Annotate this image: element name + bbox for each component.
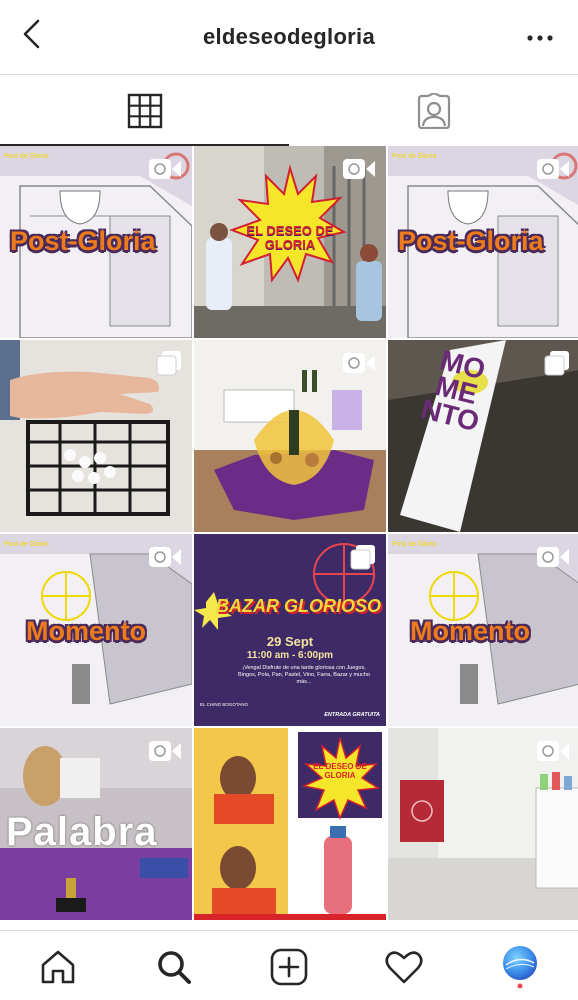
- profile-avatar: [503, 946, 537, 989]
- post-title-text: Momento: [26, 616, 146, 646]
- post-title-text: Palabra: [6, 810, 158, 854]
- grid-icon: [127, 93, 162, 129]
- carousel-icon: [350, 545, 375, 570]
- profile-tabs: [0, 76, 578, 146]
- video-icon: [537, 159, 569, 179]
- post-tile[interactable]: BAZAR GLORIOSO 29 Sept 11:00 am - 6:00pm…: [194, 534, 386, 726]
- nav-search-button[interactable]: [152, 945, 196, 989]
- post-title-text: Momento: [410, 616, 530, 646]
- carousel-icon: [544, 351, 569, 376]
- poster-description: ¡Vengal Disfrute de una tarde gloriosa c…: [238, 665, 370, 685]
- poster-entry: ENTRADA GRATUITA: [324, 712, 380, 718]
- video-icon: [537, 741, 569, 761]
- post-title-text: Post-Gloria: [398, 226, 544, 256]
- home-icon: [41, 950, 75, 984]
- post-tile[interactable]: [194, 340, 386, 532]
- more-options-button[interactable]: [526, 26, 554, 50]
- svg-text:Post de Gloria: Post de Gloria: [4, 541, 48, 548]
- top-header: eldeseodegloria: [0, 0, 578, 75]
- svg-text:Post de Gloria: Post de Gloria: [4, 153, 48, 160]
- heart-icon: [385, 951, 423, 984]
- video-icon: [343, 159, 375, 179]
- post-title-text: BAZAR GLORIOSO: [216, 596, 381, 616]
- more-dots-icon: [527, 35, 553, 41]
- svg-text:Post de Gloria: Post de Gloria: [392, 541, 436, 548]
- post-title-text: Post-Gloria: [10, 226, 156, 256]
- video-icon: [149, 741, 181, 761]
- tab-grid[interactable]: [0, 76, 289, 146]
- video-icon: [149, 547, 181, 567]
- post-tile[interactable]: Post de Gloria Momento: [388, 534, 578, 726]
- svg-text:Post de Gloria: Post de Gloria: [392, 153, 436, 160]
- tab-tagged[interactable]: [289, 76, 578, 146]
- search-icon: [158, 951, 191, 984]
- post-tile[interactable]: [388, 728, 578, 920]
- tagged-person-icon: [417, 93, 450, 129]
- post-tile[interactable]: [0, 340, 192, 532]
- post-tile[interactable]: MOMENTO: [388, 340, 578, 532]
- notification-dot: [517, 983, 523, 989]
- post-title-text: EL DESEO DE GLORIA: [246, 223, 334, 252]
- post-tile[interactable]: Post de Gloria Post-Gloria: [388, 146, 578, 338]
- poster-time: 11:00 am - 6:00pm: [246, 650, 334, 661]
- poster-venue: EL CHINO BOGOTANO: [200, 702, 249, 707]
- post-tile[interactable]: Post de Gloria Momento: [0, 534, 192, 726]
- video-icon: [149, 159, 181, 179]
- new-post-icon: [270, 948, 308, 986]
- posts-grid: Post de Gloria Post-Gloria EL DESEO DE G…: [0, 146, 578, 930]
- video-icon: [343, 353, 375, 373]
- carousel-icon: [156, 351, 181, 376]
- meme-image: [194, 728, 386, 920]
- post-tile[interactable]: Palabra: [0, 728, 192, 920]
- poster-date: 29 Sept: [266, 634, 314, 649]
- nav-profile-button[interactable]: [498, 945, 542, 989]
- video-icon: [537, 547, 569, 567]
- profile-username-title: eldeseodegloria: [202, 24, 375, 49]
- nav-home-button[interactable]: [36, 945, 80, 989]
- post-tile[interactable]: EL DESEO DE GLORIA: [194, 146, 386, 338]
- post-tile[interactable]: EL DESEO DE GLORIA: [194, 728, 386, 920]
- nav-activity-button[interactable]: [382, 945, 426, 989]
- nav-new-post-button[interactable]: [267, 945, 311, 989]
- bottom-navigation: [0, 930, 578, 1000]
- post-tile[interactable]: Post de Gloria Post-Gloria: [0, 146, 192, 338]
- post-title-text: EL DESEO DE GLORIA: [313, 762, 367, 780]
